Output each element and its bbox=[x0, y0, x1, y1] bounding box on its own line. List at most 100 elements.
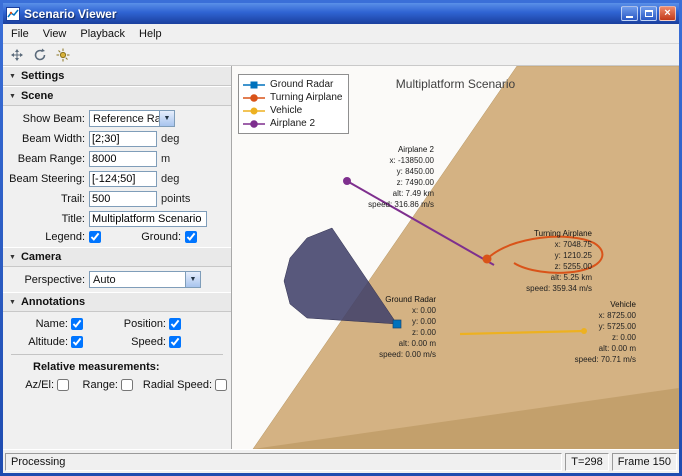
chevron-down-icon[interactable]: ▼ bbox=[159, 111, 174, 126]
window-inner: Scenario Viewer × File View Playback Hel… bbox=[3, 3, 679, 473]
trail-unit: points bbox=[161, 193, 191, 205]
range-label: Range: bbox=[82, 379, 118, 391]
beam-range-label: Beam Range: bbox=[17, 153, 85, 165]
plot-area[interactable]: Multiplatform Scenario Ground Radar Turn… bbox=[232, 66, 679, 449]
annotation-z: z: 5255.00 bbox=[554, 262, 592, 271]
chevron-down-icon[interactable]: ▼ bbox=[185, 272, 200, 287]
annotation-y: y: 8450.00 bbox=[396, 167, 434, 176]
plot-legend[interactable]: Ground Radar Turning Airplane Vehicle Ai… bbox=[238, 74, 350, 134]
altitude-label: Altitude: bbox=[28, 336, 68, 348]
scene-section-header[interactable]: ▼ Scene bbox=[3, 86, 231, 106]
trail-label: Trail: bbox=[60, 193, 85, 205]
annotation-x: x: 0.00 bbox=[411, 306, 436, 315]
menubar: File View Playback Help bbox=[3, 24, 679, 44]
menu-view[interactable]: View bbox=[36, 26, 74, 42]
scene-title-label: Title: bbox=[61, 213, 85, 225]
radial-speed-checkbox[interactable] bbox=[215, 379, 227, 391]
legend-label: Ground Radar bbox=[270, 79, 334, 90]
camera-section-header[interactable]: ▼ Camera bbox=[3, 247, 231, 267]
legend-airplane2-icon bbox=[243, 119, 265, 128]
annotation-y: y: 0.00 bbox=[411, 317, 436, 326]
titlebar-buttons: × bbox=[621, 6, 676, 21]
camera-pan-icon bbox=[11, 48, 23, 61]
status-frame: Frame 150 bbox=[611, 452, 677, 471]
azel-checkbox[interactable] bbox=[57, 379, 69, 391]
scene-light-icon bbox=[56, 48, 70, 61]
show-beam-select[interactable]: Reference Radar ▼ bbox=[89, 110, 175, 127]
name-checkbox[interactable] bbox=[71, 318, 83, 330]
titlebar[interactable]: Scenario Viewer × bbox=[3, 3, 679, 24]
range-checkbox[interactable] bbox=[121, 379, 133, 391]
trail-input[interactable] bbox=[89, 191, 157, 207]
camera-rotate-button[interactable] bbox=[30, 46, 50, 64]
annotation-y: y: 1210.25 bbox=[554, 251, 592, 260]
annotation-z: z: 0.00 bbox=[411, 328, 436, 337]
position-label: Position: bbox=[123, 318, 166, 330]
minimize-button[interactable] bbox=[621, 6, 638, 21]
altitude-checkbox[interactable] bbox=[71, 336, 83, 348]
main-content: ▼ Settings ▼ Scene Show Beam: Reference … bbox=[3, 66, 679, 449]
menu-help[interactable]: Help bbox=[132, 26, 169, 42]
ground-checkbox[interactable] bbox=[185, 231, 197, 243]
legend-label: Vehicle bbox=[270, 105, 303, 116]
annotation-z: z: 0.00 bbox=[611, 333, 636, 342]
close-button[interactable]: × bbox=[659, 6, 676, 21]
legend-ground-row: Legend: Ground: bbox=[9, 231, 225, 243]
settings-header-label: Settings bbox=[20, 70, 65, 82]
legend-turning-airplane-icon bbox=[243, 93, 265, 102]
speed-label: Speed: bbox=[131, 336, 166, 348]
menu-file[interactable]: File bbox=[4, 26, 36, 42]
annotation-speed: speed: 70.71 m/s bbox=[574, 355, 636, 364]
show-beam-label: Show Beam: bbox=[22, 112, 85, 125]
scene-title-input[interactable] bbox=[89, 211, 207, 227]
beam-steering-input[interactable] bbox=[89, 171, 157, 187]
chevron-down-icon: ▼ bbox=[9, 92, 16, 100]
annotation-name: Turning Airplane bbox=[534, 229, 592, 238]
speed-checkbox[interactable] bbox=[169, 336, 181, 348]
beam-width-row: Beam Width: deg bbox=[9, 131, 225, 147]
maximize-button[interactable] bbox=[640, 6, 657, 21]
scene-light-button[interactable] bbox=[53, 46, 73, 64]
beam-width-input[interactable] bbox=[89, 131, 157, 147]
annotation-airplane2: Airplane 2 x: -13850.00 y: 8450.00 z: 74… bbox=[348, 144, 434, 210]
legend-vehicle-icon bbox=[243, 107, 265, 114]
annotation-name: Ground Radar bbox=[385, 295, 436, 304]
annotation-y: y: 5725.00 bbox=[598, 322, 636, 331]
window-title: Scenario Viewer bbox=[24, 6, 117, 21]
position-checkbox[interactable] bbox=[169, 318, 181, 330]
annotation-alt: alt: 0.00 m bbox=[598, 344, 636, 353]
annotations-section-header[interactable]: ▼ Annotations bbox=[3, 292, 231, 312]
legend-label: Legend: bbox=[45, 231, 85, 243]
annotation-speed: speed: 0.00 m/s bbox=[379, 350, 436, 359]
annotation-z: z: 7490.00 bbox=[396, 178, 434, 187]
annotation-alt: alt: 7.49 km bbox=[392, 189, 434, 198]
show-beam-row: Show Beam: Reference Radar ▼ bbox=[9, 110, 225, 127]
annotation-speed: speed: 316.86 m/s bbox=[368, 200, 434, 209]
camera-pan-button[interactable] bbox=[7, 46, 27, 64]
perspective-select[interactable]: Auto ▼ bbox=[89, 271, 201, 288]
legend-label: Turning Airplane bbox=[270, 92, 343, 103]
perspective-row: Perspective: Auto ▼ bbox=[9, 271, 225, 288]
scenario-viewer-window: Scenario Viewer × File View Playback Hel… bbox=[0, 0, 682, 476]
perspective-label: Perspective: bbox=[24, 273, 85, 286]
menu-playback[interactable]: Playback bbox=[73, 26, 132, 42]
altitude-speed-row: Altitude: Speed: bbox=[9, 336, 225, 348]
beam-steering-unit: deg bbox=[161, 173, 180, 185]
chevron-down-icon: ▼ bbox=[9, 298, 16, 306]
legend-checkbox[interactable] bbox=[89, 231, 101, 243]
annotations-section-label: Annotations bbox=[20, 296, 86, 308]
statusbar: Processing T=298 Frame 150 bbox=[3, 449, 679, 473]
beam-range-input[interactable] bbox=[89, 151, 157, 167]
annotation-speed: speed: 359.34 m/s bbox=[526, 284, 592, 293]
settings-header[interactable]: ▼ Settings bbox=[3, 66, 231, 86]
scene-section-label: Scene bbox=[20, 90, 54, 102]
legend-item: Vehicle bbox=[242, 104, 342, 117]
show-beam-value: Reference Radar bbox=[93, 112, 159, 125]
annotation-alt: alt: 0.00 m bbox=[398, 339, 436, 348]
divider bbox=[11, 354, 223, 355]
annotation-ground-radar: Ground Radar x: 0.00 y: 0.00 z: 0.00 alt… bbox=[366, 294, 436, 360]
ground-label: Ground: bbox=[141, 231, 181, 243]
legend-ground-radar-icon bbox=[243, 81, 265, 88]
scene-title-row: Title: bbox=[9, 211, 225, 227]
beam-steering-row: Beam Steering: deg bbox=[9, 171, 225, 187]
